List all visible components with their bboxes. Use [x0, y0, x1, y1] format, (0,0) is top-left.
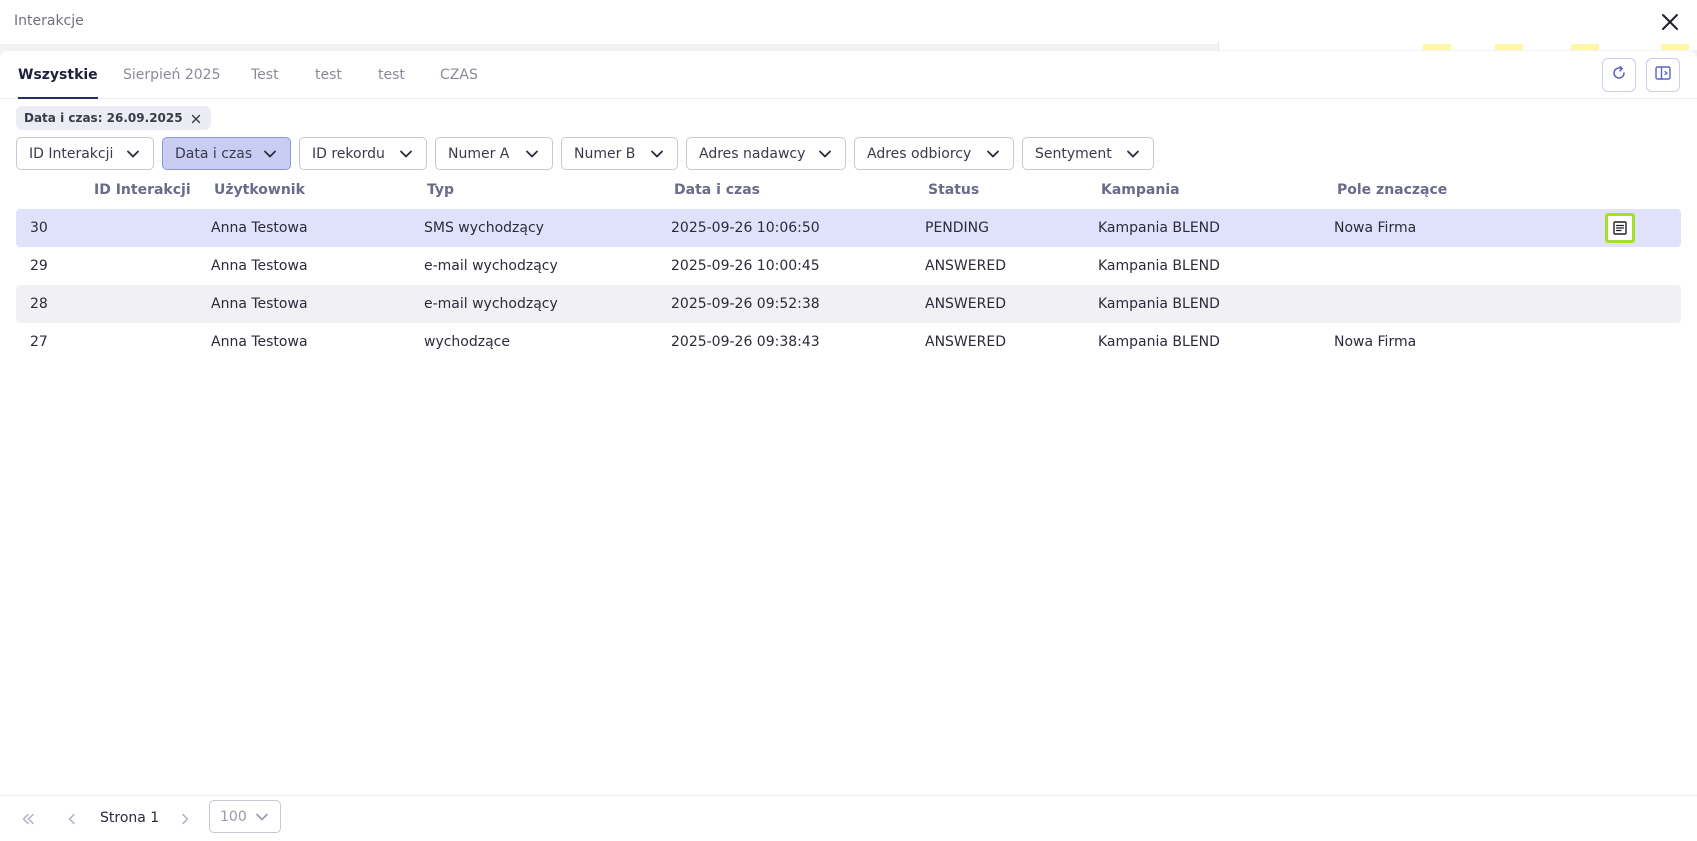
cell-date-time: 2025-09-26 10:06:50: [671, 220, 820, 236]
filter-date-time[interactable]: Data i czas: [162, 137, 291, 170]
cell-status: ANSWERED: [925, 296, 1006, 312]
cell-id: 29: [30, 258, 48, 274]
panel-toggle-icon: [1654, 64, 1672, 86]
column-header-user[interactable]: Użytkownik: [214, 182, 305, 198]
tab-bar: Wszystkie Sierpień 2025 Test test test C…: [0, 51, 1697, 99]
filter-record-id[interactable]: ID rekordu: [299, 137, 427, 170]
filter-label: Sentyment: [1035, 145, 1112, 162]
column-header-campaign[interactable]: Kampania: [1101, 182, 1180, 198]
cell-status: ANSWERED: [925, 334, 1006, 350]
window-header: Interakcje: [0, 0, 1697, 44]
refresh-button[interactable]: [1602, 58, 1636, 92]
filter-number-b[interactable]: Numer B: [561, 137, 678, 170]
tab-test-1[interactable]: Test: [251, 67, 279, 83]
cell-status: ANSWERED: [925, 258, 1006, 274]
counter-badge: [1495, 44, 1523, 50]
filter-sentiment[interactable]: Sentyment: [1022, 137, 1154, 170]
double-chevron-left-icon[interactable]: [19, 810, 37, 828]
filter-interaction-id[interactable]: ID Interakcji: [16, 137, 154, 170]
counter-badge: [1423, 44, 1451, 50]
document-icon: [1613, 221, 1627, 235]
chevron-down-icon: [127, 150, 139, 157]
column-header-type[interactable]: Typ: [427, 182, 454, 198]
chevron-down-icon: [651, 150, 663, 157]
close-icon[interactable]: [191, 113, 201, 124]
tab-czas[interactable]: CZAS: [440, 67, 478, 83]
cell-id: 27: [30, 334, 48, 350]
column-header-date-time[interactable]: Data i czas: [674, 182, 760, 198]
cell-date-time: 2025-09-26 09:38:43: [671, 334, 820, 350]
cell-id: 28: [30, 296, 48, 312]
counter-badge: [1571, 44, 1599, 50]
interactions-panel: Wszystkie Sierpień 2025 Test test test C…: [0, 51, 1697, 841]
filter-label: ID rekordu: [312, 145, 385, 162]
panel-toggle-button[interactable]: [1646, 58, 1680, 92]
cell-type: e-mail wychodzący: [424, 296, 558, 312]
filter-label: Data i czas: [175, 145, 253, 162]
table-row[interactable]: 29 Anna Testowa e-mail wychodzący 2025-0…: [16, 247, 1681, 285]
column-header-status[interactable]: Status: [928, 182, 979, 198]
window-title: Interakcje: [14, 13, 84, 29]
table-row[interactable]: 27 Anna Testowa wychodzące 2025-09-26 09…: [16, 323, 1681, 361]
cell-type: SMS wychodzący: [424, 220, 544, 236]
chevron-down-icon: [987, 150, 999, 157]
interactions-window: Interakcje Wszystkie Sierpień 2025 Test …: [0, 0, 1697, 841]
filter-label: ID Interakcji: [29, 145, 114, 162]
page-size-value: 100: [220, 808, 247, 825]
cell-campaign: Kampania BLEND: [1098, 334, 1220, 350]
column-header-significant-field[interactable]: Pole znaczące: [1337, 182, 1447, 198]
cell-type: wychodzące: [424, 334, 510, 350]
cell-type: e-mail wychodzący: [424, 258, 558, 274]
cell-user: Anna Testowa: [211, 220, 308, 236]
tab-august-2025[interactable]: Sierpień 2025: [123, 67, 221, 83]
column-header-interaction-id[interactable]: ID Interakcji: [94, 182, 191, 198]
row-details-button[interactable]: [1605, 213, 1635, 243]
filter-label: Numer A: [448, 145, 510, 162]
cell-campaign: Kampania BLEND: [1098, 296, 1220, 312]
cell-user: Anna Testowa: [211, 334, 308, 350]
cell-campaign: Kampania BLEND: [1098, 220, 1220, 236]
filter-sender-address[interactable]: Adres nadawcy: [686, 137, 846, 170]
filter-label: Adres nadawcy: [699, 145, 806, 162]
cell-date-time: 2025-09-26 09:52:38: [671, 296, 820, 312]
pagination-bar: Strona 1 100: [0, 795, 1697, 841]
cell-status: PENDING: [925, 220, 989, 236]
filter-label: Adres odbiorcy: [867, 145, 972, 162]
chevron-down-icon: [256, 813, 268, 820]
chevron-down-icon: [819, 150, 831, 157]
tab-test-3[interactable]: test: [378, 67, 405, 83]
tab-all[interactable]: Wszystkie: [18, 67, 98, 99]
chevron-down-icon: [526, 150, 538, 157]
cell-significant-field: Nowa Firma: [1334, 220, 1417, 236]
active-filter-chip-label: Data i czas: 26.09.2025: [24, 111, 183, 125]
close-icon[interactable]: [1658, 10, 1682, 34]
counter-badge: [1661, 44, 1689, 50]
chevron-left-icon[interactable]: [63, 810, 81, 828]
cell-date-time: 2025-09-26 10:00:45: [671, 258, 820, 274]
cell-user: Anna Testowa: [211, 258, 308, 274]
chevron-right-icon[interactable]: [176, 810, 194, 828]
filter-recipient-address[interactable]: Adres odbiorcy: [854, 137, 1014, 170]
refresh-icon: [1610, 64, 1628, 86]
cell-user: Anna Testowa: [211, 296, 308, 312]
active-filter-chip: Data i czas: 26.09.2025: [16, 106, 211, 130]
tab-test-2[interactable]: test: [315, 67, 342, 83]
cell-significant-field: Nowa Firma: [1334, 334, 1417, 350]
filter-number-a[interactable]: Numer A: [435, 137, 553, 170]
page-indicator: Strona 1: [100, 810, 160, 826]
cell-campaign: Kampania BLEND: [1098, 258, 1220, 274]
chevron-down-icon: [264, 150, 276, 157]
chevron-down-icon: [400, 150, 412, 157]
table-row[interactable]: 30 Anna Testowa SMS wychodzący 2025-09-2…: [16, 209, 1681, 247]
background-panel-peek: [1218, 42, 1697, 50]
page-size-select[interactable]: 100: [209, 800, 281, 833]
chevron-down-icon: [1127, 150, 1139, 157]
filter-label: Numer B: [574, 145, 636, 162]
cell-id: 30: [30, 220, 48, 236]
table-row[interactable]: 28 Anna Testowa e-mail wychodzący 2025-0…: [16, 285, 1681, 323]
